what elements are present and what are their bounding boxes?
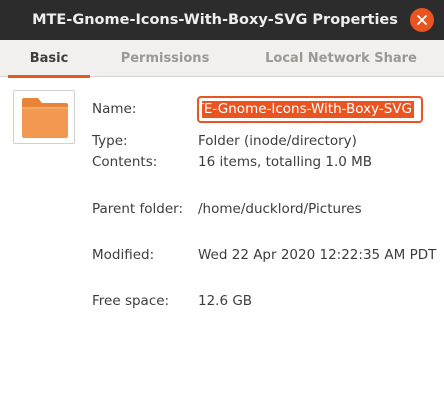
close-button[interactable] <box>410 8 434 32</box>
free-space-value: 12.6 GB <box>198 293 253 309</box>
modified-value: Wed 22 Apr 2020 12:22:35 AM PDT <box>198 247 437 263</box>
parent-folder-value: /home/ducklord/Pictures <box>198 201 362 217</box>
tab-bar: Basic Permissions Local Network Share <box>0 40 444 78</box>
tab-basic[interactable]: Basic <box>8 40 90 78</box>
type-value: Folder (inode/directory) <box>198 133 357 149</box>
close-icon <box>417 15 427 25</box>
tab-permissions[interactable]: Permissions <box>104 40 226 77</box>
name-value: MTE-Gnome-Icons-With-Boxy-SVG <box>197 101 412 117</box>
free-space-label: Free space: <box>92 293 170 309</box>
folder-icon <box>22 98 68 138</box>
contents-label: Contents: <box>92 154 158 170</box>
folder-icon-button[interactable] <box>13 90 75 144</box>
name-selection: MTE-Gnome-Icons-With-Boxy-SVG <box>199 101 414 118</box>
window-title: MTE-Gnome-Icons-With-Boxy-SVG Properties <box>32 12 398 28</box>
title-bar[interactable]: MTE-Gnome-Icons-With-Boxy-SVG Properties <box>0 0 444 40</box>
tab-local-network-share[interactable]: Local Network Share <box>246 40 436 77</box>
parent-folder-label: Parent folder: <box>92 201 184 217</box>
contents-value: 16 items, totalling 1.0 MB <box>198 154 373 170</box>
modified-label: Modified: <box>92 247 155 263</box>
name-label: Name: <box>92 101 137 117</box>
type-label: Type: <box>92 133 128 149</box>
name-input[interactable]: MTE-Gnome-Icons-With-Boxy-SVG <box>197 96 423 123</box>
properties-window: MTE-Gnome-Icons-With-Boxy-SVG Properties… <box>0 0 444 416</box>
